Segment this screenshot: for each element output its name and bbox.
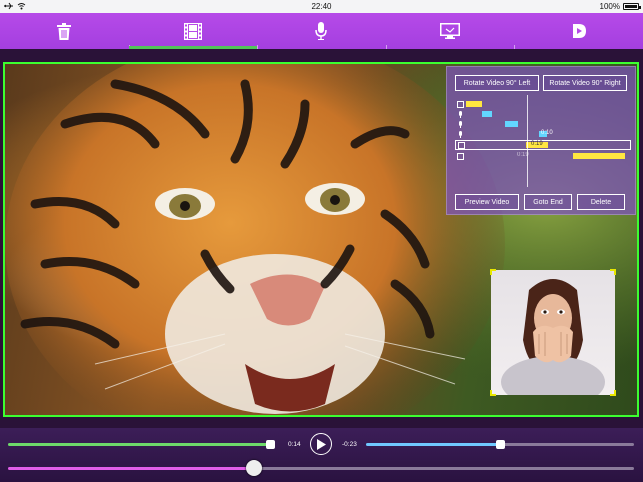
timeline-slider-track[interactable]: [254, 467, 634, 470]
resize-handle[interactable]: [490, 269, 496, 275]
track-row[interactable]: 0:10: [455, 130, 631, 139]
woman-photo: [501, 279, 605, 395]
trash-icon: [57, 22, 72, 40]
elapsed-time: 0:14: [288, 441, 301, 448]
top-toolbar: [0, 13, 643, 49]
rotate-left-button[interactable]: Rotate Video 90° Left: [455, 75, 539, 91]
audio-slider-handle[interactable]: [496, 440, 505, 449]
microphone-icon: [459, 121, 462, 128]
play-button[interactable]: [310, 433, 332, 455]
track-row[interactable]: [455, 100, 631, 109]
timeline-slider-fill[interactable]: [8, 467, 254, 470]
resize-handle[interactable]: [610, 390, 616, 396]
track-clip[interactable]: [505, 121, 518, 127]
preview-video-button[interactable]: Preview Video: [455, 194, 519, 210]
track-clip[interactable]: [466, 101, 482, 107]
battery-icon: [623, 3, 641, 10]
toolbar-film-button[interactable]: [128, 13, 258, 49]
toolbar-delete-button[interactable]: [0, 13, 129, 49]
delete-button[interactable]: Delete: [577, 194, 625, 210]
track-time-label: 0:19: [531, 141, 543, 147]
film-icon: [183, 22, 202, 40]
monitor-icon: [440, 23, 461, 39]
track-row[interactable]: [455, 120, 631, 129]
progress-slider-handle[interactable]: [266, 440, 275, 449]
microphone-icon: [459, 131, 462, 138]
status-bar: 22:40 100%: [0, 0, 643, 13]
image-icon: [458, 142, 465, 149]
track-clip[interactable]: [573, 153, 625, 159]
goto-end-button[interactable]: Goto End: [524, 194, 572, 210]
edit-panel: Rotate Video 90° Left Rotate Video 90° R…: [446, 66, 636, 215]
overlay-image[interactable]: [491, 270, 615, 395]
microphone-icon: [459, 111, 462, 118]
image-icon: [457, 153, 464, 160]
track-time-label: 0:10: [541, 130, 553, 136]
resize-handle[interactable]: [610, 269, 616, 275]
remaining-time: -0:23: [342, 441, 357, 448]
timeline-slider-handle[interactable]: [246, 460, 262, 476]
app-logo-icon: [571, 23, 587, 39]
toolbar-logo-button[interactable]: [514, 13, 643, 49]
progress-slider-track[interactable]: [8, 443, 270, 446]
audio-slider-track[interactable]: [500, 443, 634, 446]
resize-handle[interactable]: [490, 390, 496, 396]
rotate-right-button[interactable]: Rotate Video 90° Right: [543, 75, 627, 91]
status-time: 22:40: [311, 2, 332, 11]
toolbar-microphone-button[interactable]: [257, 13, 386, 49]
track-row-selected[interactable]: 0:19: [455, 140, 631, 150]
image-icon: [457, 101, 464, 108]
battery-percent: 100%: [599, 2, 620, 11]
audio-slider-fill[interactable]: [366, 443, 500, 446]
toolbar-monitor-button[interactable]: [385, 13, 515, 49]
track-row[interactable]: [455, 110, 631, 119]
track-row[interactable]: 0:19: [455, 152, 631, 161]
track-clip[interactable]: [482, 111, 492, 117]
video-editor-app: 22:40 100% Rotate Video 90° Left Rotate …: [0, 0, 643, 482]
microphone-icon: [315, 22, 328, 40]
status-right: 100%: [599, 2, 641, 11]
play-icon: [317, 438, 326, 450]
timeline-playhead[interactable]: [527, 95, 528, 187]
